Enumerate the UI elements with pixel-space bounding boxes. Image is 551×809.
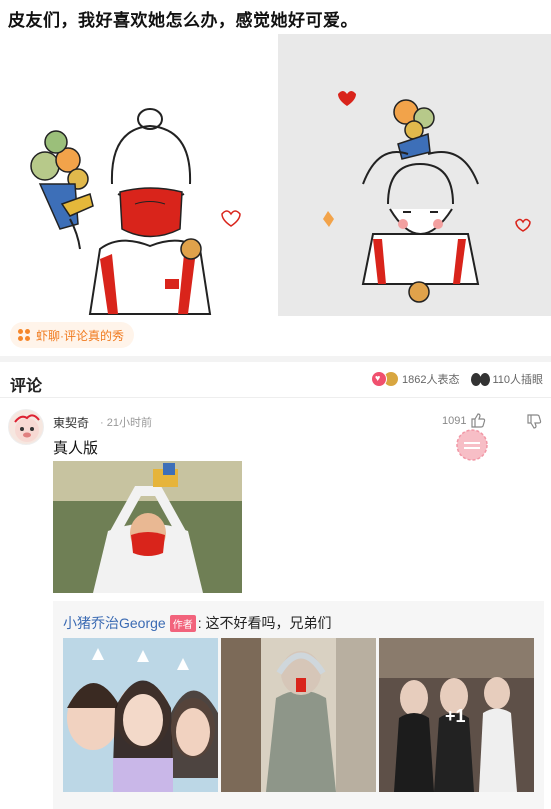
reply-text: : 这不好看吗，兄弟们 — [197, 615, 332, 631]
comments-header: 评论 1862人表态 110人插眼 — [0, 364, 551, 398]
comment-photo[interactable] — [53, 461, 242, 593]
reply-photo-1[interactable] — [63, 638, 218, 792]
reply-photo-2[interactable] — [221, 638, 376, 792]
thumbs-up-icon[interactable] — [470, 413, 486, 428]
like-count: 1091 — [442, 415, 467, 427]
topic-label: 虾聊·评论真的秀 — [36, 328, 124, 343]
topic-icon — [18, 329, 30, 341]
reactions-summary[interactable]: 1862人表态 110人插眼 — [370, 371, 543, 387]
comments-title: 评论 — [10, 378, 43, 395]
heart-reaction-icon — [370, 371, 387, 387]
comment-time: · 21小时前 — [100, 417, 152, 429]
reply-box: 小猪乔治George 作者 : 这不好看吗，兄弟们 +1 — [53, 601, 544, 809]
reply-line: 小猪乔治George 作者 : 这不好看吗，兄弟们 — [63, 613, 331, 633]
comment-text: 真人版 — [53, 440, 99, 457]
topic-tag[interactable]: 虾聊·评论真的秀 — [10, 322, 134, 348]
reply-photo-3[interactable]: +1 — [379, 638, 534, 792]
more-photos-badge[interactable]: +1 — [445, 706, 466, 727]
post-title: 皮友们，我好喜欢她怎么办，感觉她好可爱。 — [8, 11, 358, 30]
post-image-cartoon-left[interactable] — [0, 34, 274, 316]
comment-username[interactable]: 東契奇 — [53, 414, 89, 431]
god-comment-stamp-icon — [456, 429, 488, 461]
post-images — [0, 34, 551, 316]
avatar[interactable] — [8, 409, 44, 445]
reaction-icons — [370, 371, 399, 387]
reactions-count: 1862人表态 — [401, 374, 460, 386]
author-badge: 作者 — [169, 614, 196, 632]
reply-photos: +1 — [63, 638, 534, 792]
section-divider — [0, 356, 551, 362]
eyes-icon — [471, 373, 491, 386]
reply-username[interactable]: 小猪乔治George — [63, 613, 166, 633]
post-image-cartoon-right[interactable] — [277, 34, 551, 316]
thumbs-down-icon[interactable] — [526, 414, 542, 429]
insert-count: 110人插眼 — [492, 374, 543, 386]
